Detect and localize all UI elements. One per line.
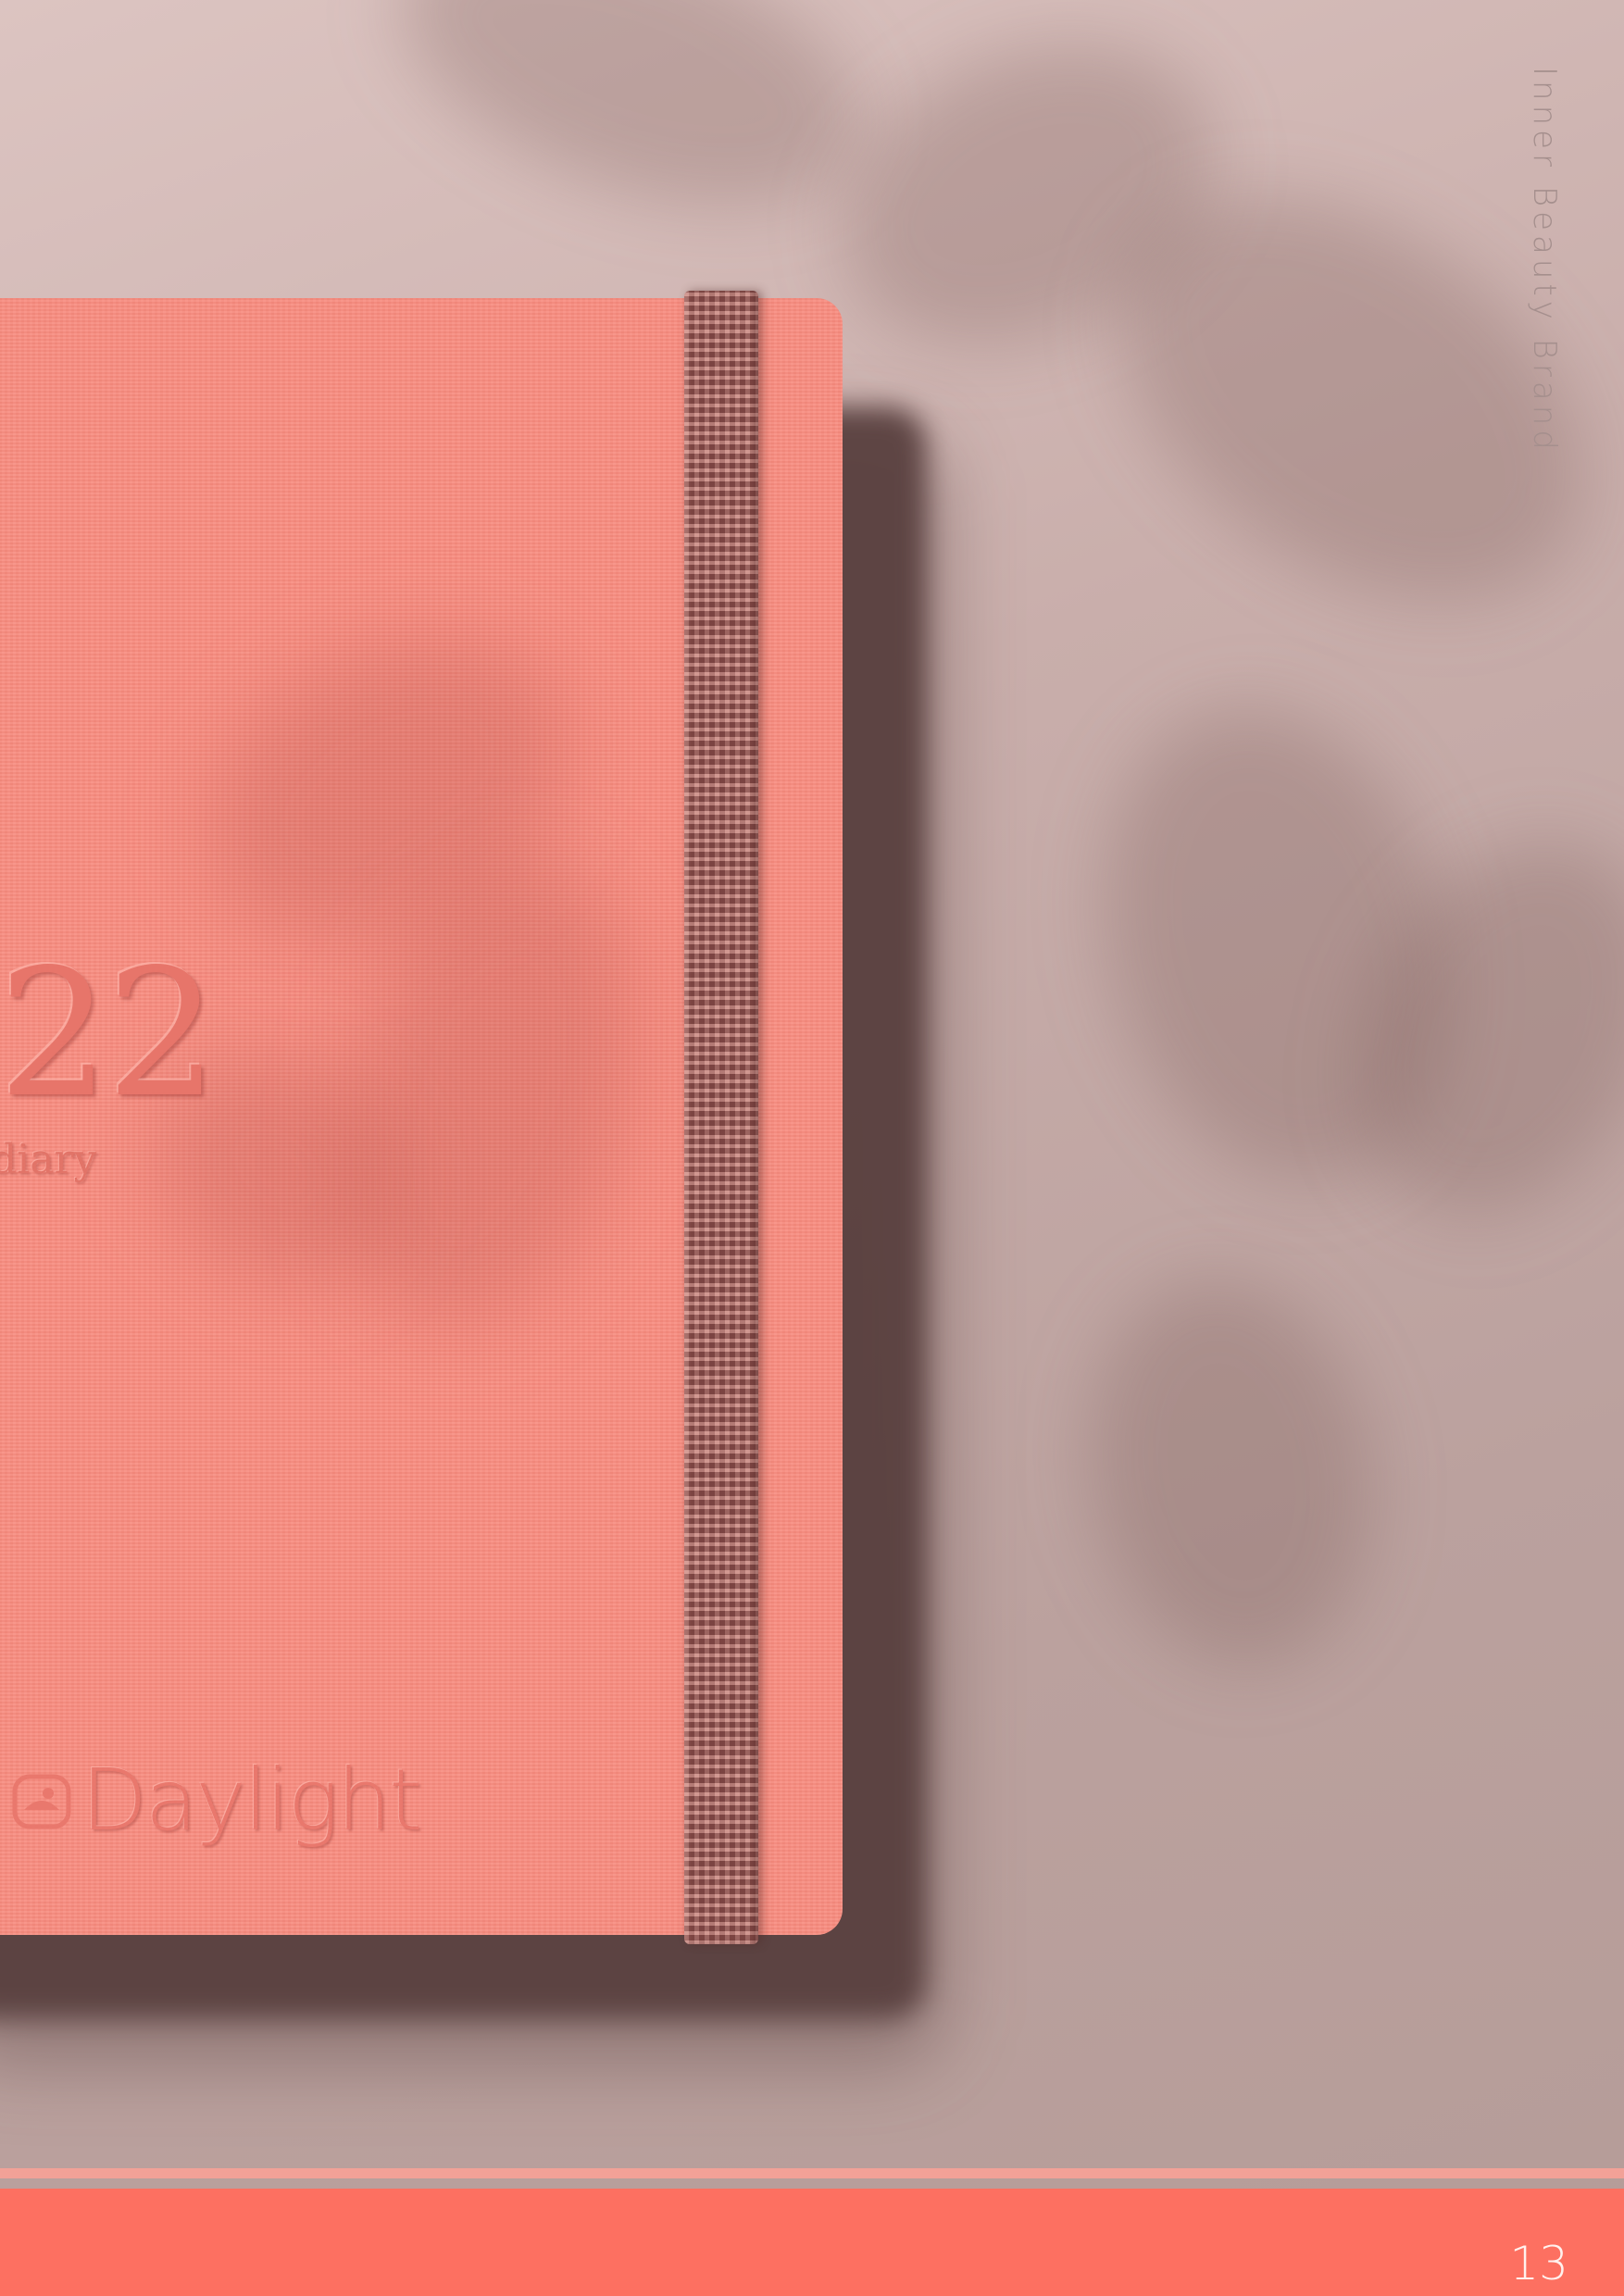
brand-tagline: Inner Beauty Brand (1526, 67, 1563, 455)
leaf-shadow (1060, 1256, 1403, 1688)
footer-bar (0, 2189, 1624, 2296)
footer-divider (0, 2168, 1624, 2178)
cover-year: 22 (0, 931, 219, 1136)
leaf-shadow (362, 0, 897, 261)
elastic-band (684, 291, 758, 1944)
catalog-page: Inner Beauty Brand 22 diary Daylight 13 (0, 0, 1624, 2296)
page-number: 13 (1509, 2237, 1568, 2290)
sun-bag-logo-icon (12, 1774, 71, 1829)
cover-brand-name: Daylight (81, 1750, 422, 1850)
cover-logo: Daylight (11, 1744, 422, 1855)
cover-subtitle: diary (0, 1136, 97, 1183)
